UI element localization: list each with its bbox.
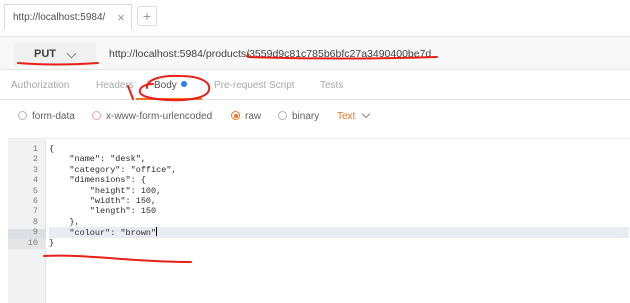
tab-pre-request-script[interactable]: Pre-request Script [214,80,295,91]
code-line: "dimensions": { [49,175,146,186]
line-number: 2 [32,154,38,165]
code-line-active: "colour": "brown" [49,227,629,238]
line-number: 4 [32,175,38,186]
tab-authorization[interactable]: Authorization [11,80,69,91]
option-raw[interactable]: raw [231,111,261,122]
line-number: 10 [27,237,38,248]
line-number: 5 [32,185,38,196]
line-number-gutter: 1 2 3 4 5 6 7 8 9 10 [8,139,46,303]
option-binary[interactable]: binary [278,111,319,122]
tab-headers[interactable]: Headers [96,80,134,91]
tab-body-label: Body [154,80,177,91]
method-select[interactable]: PUT [14,42,96,66]
code-line: "name": "desk", [49,154,146,165]
url-bar: PUT [0,36,630,70]
tab-body[interactable]: Body [154,80,187,91]
line-number: 7 [32,206,38,217]
line-number: 3 [32,164,38,175]
code-area[interactable]: { "name": "desk", "category": "office", … [49,139,629,303]
radio-icon [92,111,101,120]
code-line: "width": 150, [49,196,157,206]
radio-icon [278,111,287,120]
code-line: "category": "office", [49,164,177,175]
option-form-data-label: form-data [32,111,75,122]
chevron-down-icon [66,48,77,59]
content-type-label: Text [337,111,356,122]
option-binary-label: binary [292,111,320,122]
active-tab-underline [136,98,202,100]
radio-icon [18,111,27,120]
option-form-data[interactable]: form-data [18,111,75,122]
line-number: 1 [32,144,38,154]
request-tabs: Authorization Headers Body Pre-request S… [0,74,630,100]
new-tab-button[interactable]: + [137,6,157,26]
line-number: 8 [32,216,38,227]
body-editor[interactable]: 1 2 3 4 5 6 7 8 9 10 { "name": "desk", "… [8,138,630,303]
text-caret [156,227,158,237]
tab-strip: http://localhost:5984/ × + [0,0,630,34]
body-type-options: form-data x-www-form-urlencoded raw bina… [0,106,630,130]
code-line: "height": 100, [49,185,162,196]
method-label: PUT [34,48,56,60]
tab-tests[interactable]: Tests [320,80,343,91]
request-tab-title: http://localhost:5984/ [13,12,106,23]
body-indicator-dot [180,81,187,87]
code-line: { [49,144,55,154]
code-line: } [49,237,55,248]
line-number: 9 [32,227,38,238]
option-x-www-form-urlencoded-label: x-www-form-urlencoded [106,111,213,122]
code-line: "length": 150 [49,206,157,217]
option-x-www-form-urlencoded[interactable]: x-www-form-urlencoded [92,111,212,122]
url-input[interactable] [103,42,623,66]
option-raw-label: raw [245,111,262,122]
code-line: }, [49,216,80,227]
request-tab[interactable]: http://localhost:5984/ × [4,4,132,30]
close-icon[interactable]: × [113,5,129,31]
content-type-select[interactable]: Text [337,109,371,122]
line-number: 6 [32,196,38,206]
radio-selected-icon [231,111,240,120]
chevron-down-icon [362,109,371,119]
